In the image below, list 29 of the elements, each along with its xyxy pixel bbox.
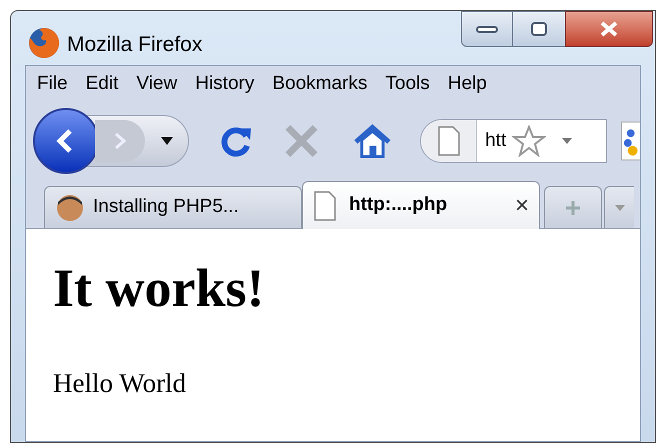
avatar-icon (55, 192, 85, 222)
page-text: Hello World (53, 367, 188, 400)
window-title: Mozilla Firefox (67, 32, 202, 58)
search-engine-icon[interactable] (620, 121, 640, 161)
close-icon (599, 21, 619, 37)
menu-item[interactable]: File (37, 70, 68, 99)
dropdown-arrow-icon (614, 204, 624, 210)
plus-icon (565, 200, 581, 216)
close-tab-button[interactable]: × (514, 188, 529, 224)
star-icon[interactable] (512, 125, 546, 157)
browser-tab[interactable]: Installing PHP5... (44, 186, 302, 228)
menu-item[interactable]: Tools (385, 70, 430, 99)
browser-tab[interactable]: http:....php × (302, 181, 540, 229)
menu-item[interactable]: Edit (86, 70, 118, 99)
page-icon (436, 126, 461, 156)
home-icon[interactable] (353, 123, 392, 159)
dropdown-arrow-icon[interactable] (161, 137, 173, 145)
menu-item[interactable]: View (136, 70, 178, 99)
url-text: htt (485, 128, 506, 153)
menu-item[interactable]: Help (448, 70, 487, 99)
address-field[interactable]: htt (420, 119, 607, 163)
page-icon (313, 190, 337, 220)
firefox-logo-icon (27, 26, 61, 60)
page-heading: It works! (53, 261, 266, 315)
menu-item[interactable]: Bookmarks (272, 70, 368, 99)
maximize-button[interactable] (513, 11, 565, 47)
close-button[interactable] (565, 11, 653, 47)
menu-item[interactable]: History (195, 70, 254, 99)
minimize-button[interactable] (461, 11, 513, 47)
